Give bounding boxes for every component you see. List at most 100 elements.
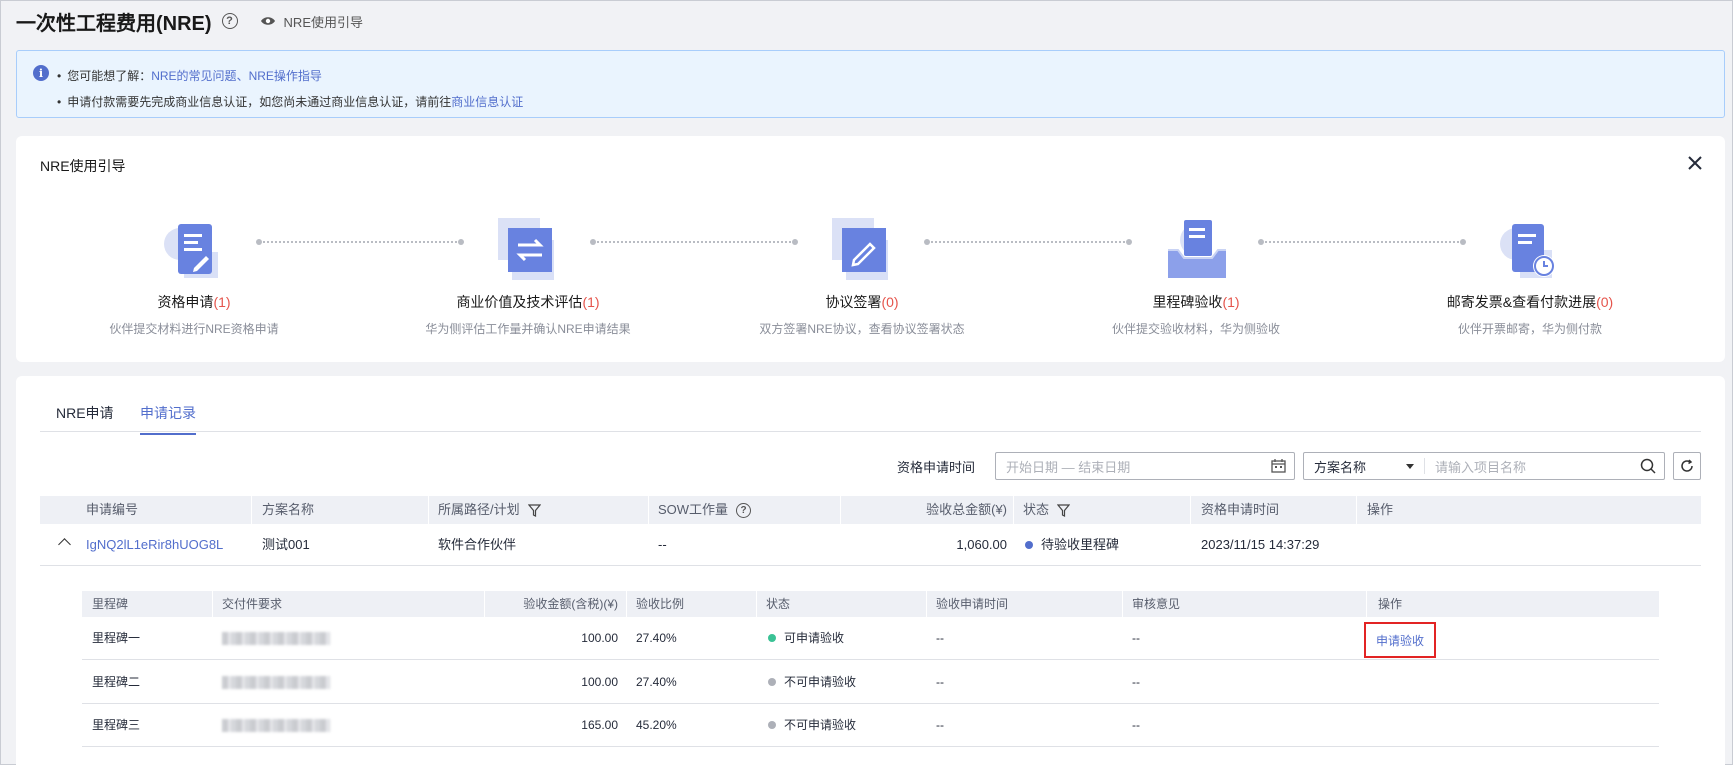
cell-ratio: 27.40% [636,675,677,689]
tabs: NRE申请 申请记录 [40,376,1701,435]
apply-acceptance-link[interactable]: 申请验收 [1376,632,1424,649]
inbox-document-icon [1168,220,1226,278]
step-agreement[interactable]: 协议签署(0) 双方签署NRE协议，查看协议签署状态 [722,216,1002,337]
cell-apply-time: -- [936,675,944,689]
redacted-deliverable [222,676,330,689]
step-title: 商业价值及技术评估(1) [456,294,600,310]
page-header: 一次性工程费用(NRE) ? NRE使用引导 [16,6,363,36]
cell-id: IgNQ2lL1eRir8hUOG8L [86,524,223,566]
application-id-link[interactable]: IgNQ2lL1eRir8hUOG8L [86,537,223,552]
time-filter-label: 资格申请时间 [896,459,975,475]
redacted-deliverable [222,719,330,732]
col-apply-time: 验收申请时间 [936,597,1009,611]
filter-bar: 资格申请时间 开始日期 — 结束日期 方案名称 请输入项目名称 [897,451,1701,481]
cell-ratio: 27.40% [636,631,677,645]
exchange-icon [498,218,554,280]
records-table-header: 申请编号 方案名称 所属路径/计划 SOW工作量? 验收总金额(¥) 状态 资格… [40,496,1701,524]
calendar-icon[interactable] [1271,459,1286,473]
help-icon[interactable]: ? [736,503,752,519]
page-title: 一次性工程费用(NRE) [16,12,212,35]
info-prefix: 您可能想了解： [67,69,152,83]
info-line-faq: • 您可能想了解：NRE的常见问题、NRE操作指导 [57,69,322,83]
cell-apply-time: -- [936,718,944,732]
sign-pen-icon [832,218,888,280]
col-sow: SOW工作量? [658,496,752,524]
step-invoice-payment[interactable]: 邮寄发票&查看付款进展(0) 伙伴开票邮寄，华为侧付款 [1390,216,1670,337]
table-row: IgNQ2lL1eRir8hUOG8L 测试001 软件合作伙伴 -- 1,06… [40,524,1701,566]
document-edit-icon [164,224,218,278]
caret-down-icon [1406,464,1414,469]
info-line-cert: • 申请付款需要先完成商业信息认证，如您尚未通过商业信息认证，请前往商业信息认证 [57,95,524,109]
faq-link[interactable]: NRE的常见问题 [151,69,236,83]
cell-apply-time: -- [936,631,944,645]
operation-guide-link[interactable]: NRE操作指导 [249,69,322,83]
search-icon[interactable] [1640,458,1656,474]
close-icon[interactable] [1685,153,1705,173]
milestone-table-header: 里程碑 交付件要求 验收金额(含税)(¥) 验收比例 状态 验收申请时间 审核意… [82,591,1659,617]
eye-icon [260,17,275,25]
cell-opinion: -- [1132,675,1140,689]
filter-icon[interactable] [1057,504,1071,518]
col-ratio: 验收比例 [636,597,685,611]
cell-time: 2023/11/15 14:37:29 [1201,537,1320,552]
guide-link[interactable]: NRE使用引导 [260,12,363,31]
cell-ratio: 45.20% [636,718,677,732]
help-icon[interactable]: ? [221,13,238,29]
step-business-evaluation[interactable]: 商业价值及技术评估(1) 华为侧评估工作量并确认NRE申请结果 [388,216,668,337]
milestone-row: 里程碑一 100.00 27.40% 可申请验收 -- -- 申请验收 [82,617,1659,660]
cell-sub-status: 可申请验收 [768,617,844,660]
cert-text: 申请付款需要先完成商业信息认证，如您尚未通过商业信息认证，请前往 [67,95,452,109]
col-amount: 验收总金额(¥) [926,502,1007,517]
status-dot [768,720,776,729]
project-search-combo: 方案名称 请输入项目名称 [1303,452,1665,480]
col-deliverable: 交付件要求 [222,597,283,611]
date-range-picker[interactable]: 开始日期 — 结束日期 [995,452,1295,480]
cell-accept-amount: 100.00 [581,675,618,689]
apply-acceptance-highlight: 申请验收 [1364,622,1436,658]
cell-opinion: -- [1132,631,1140,645]
col-opinion: 审核意见 [1132,597,1181,611]
chevron-up-icon[interactable] [58,538,71,551]
date-range-placeholder: 开始日期 — 结束日期 [1006,459,1131,475]
status-dot [1025,540,1033,549]
refresh-button[interactable] [1673,452,1701,480]
col-accept-amount: 验收金额(含税)(¥) [523,597,618,611]
business-cert-link[interactable]: 商业信息认证 [451,95,523,109]
search-field-select[interactable]: 方案名称 [1304,453,1424,479]
step-milestone-acceptance[interactable]: 里程碑验收(1) 伙伴提交验收材料，华为侧验收 [1056,216,1336,337]
step-desc: 伙伴提交材料进行NRE资格申请 [109,322,279,336]
step-title: 里程碑验收(1) [1152,294,1240,310]
step-title: 资格申请(1) [157,294,231,310]
col-path: 所属路径/计划 [438,496,541,524]
cell-sub-status: 不可申请验收 [768,661,856,704]
status-dot [768,677,776,686]
tab-apply-records[interactable]: 申请记录 [140,403,196,435]
document-clock-icon [1500,224,1555,278]
guide-card-title: NRE使用引导 [40,158,126,174]
cell-path: 软件合作伙伴 [438,537,517,552]
col-id: 申请编号 [86,502,139,517]
cell-accept-amount: 100.00 [581,631,618,645]
filter-icon[interactable] [527,504,541,518]
cell-amount: 1,060.00 [956,537,1007,552]
status-dot [768,633,776,642]
step-desc: 伙伴提交验收材料，华为侧验收 [1111,322,1280,336]
milestone-row: 里程碑三 165.00 45.20% 不可申请验收 -- -- [82,704,1659,747]
step-desc: 华为侧评估工作量并确认NRE申请结果 [425,322,631,336]
refresh-icon [1681,459,1693,472]
step-qualification[interactable]: 资格申请(1) 伙伴提交材料进行NRE资格申请 [54,216,334,337]
tab-nre-apply[interactable]: NRE申请 [56,403,114,433]
cell-accept-amount: 165.00 [581,718,618,732]
project-search-input[interactable]: 请输入项目名称 [1425,457,1664,476]
cell-sow: -- [658,537,667,552]
step-title: 邮寄发票&查看付款进展(0) [1446,294,1614,310]
col-status: 状态 [1023,496,1071,524]
col-milestone: 里程碑 [92,597,129,611]
cell-milestone: 里程碑二 [92,675,141,689]
info-banner: i • 您可能想了解：NRE的常见问题、NRE操作指导 • 申请付款需要先完成商业信… [16,50,1725,118]
cell-opinion: -- [1132,718,1140,732]
cell-status: 待验收里程碑 [1025,524,1119,566]
cell-milestone: 里程碑一 [92,631,141,645]
cell-milestone: 里程碑三 [92,718,141,732]
records-card: NRE申请 申请记录 资格申请时间 开始日期 — 结束日期 方案名称 请输入项目… [16,376,1725,765]
